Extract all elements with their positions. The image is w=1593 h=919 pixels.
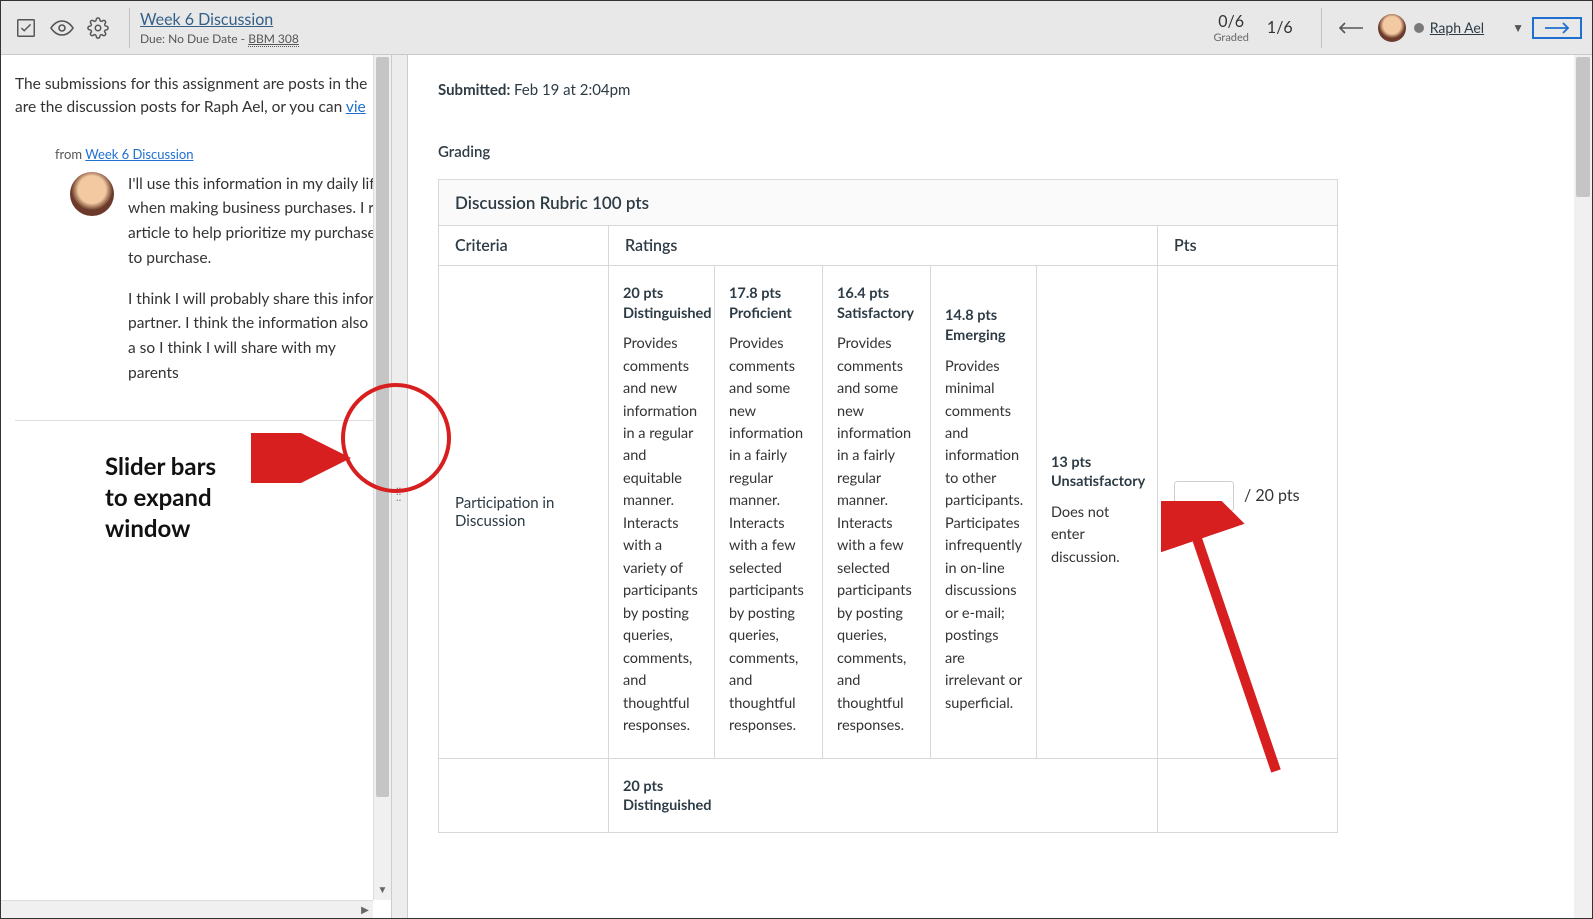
rating-title: 20 pts Distinguished — [623, 284, 700, 323]
top-right-cluster: 0/6 Graded 1/6 Raph Ael ▼ — [1213, 8, 1582, 48]
annotation-line2: to expand — [105, 482, 377, 513]
rating-option[interactable]: 20 pts Distinguished Provides comments a… — [609, 266, 715, 758]
points-max-label: / 20 pts — [1244, 486, 1300, 505]
scrollbar-thumb[interactable] — [1576, 57, 1590, 197]
rating-title: 14.8 pts Emerging — [945, 306, 1022, 345]
top-bar: Week 6 Discussion Due: No Due Date - BBM… — [1, 1, 1592, 55]
left-horizontal-scrollbar[interactable]: ▶ — [1, 900, 373, 918]
rating-desc: Does not enter discussion. — [1051, 502, 1131, 569]
student-name-link[interactable]: Raph Ael — [1430, 19, 1484, 36]
rating-title: 20 pts Distinguished — [623, 777, 701, 816]
pane-splitter[interactable]: ······ — [391, 55, 408, 918]
criterion-cell — [439, 758, 609, 832]
rubric-row: Participation in Discussion 20 pts Disti… — [439, 266, 1338, 759]
rubric-row: 20 pts Distinguished — [439, 758, 1338, 832]
comment-icon[interactable] — [1174, 523, 1321, 543]
rating-title: 16.4 pts Satisfactory — [837, 284, 916, 323]
post-divider — [15, 420, 377, 421]
left-vertical-scrollbar[interactable]: ▲ ▼ — [373, 55, 391, 900]
rating-option[interactable]: 16.4 pts Satisfactory Provides comments … — [823, 266, 931, 758]
due-date: No Due Date — [168, 31, 237, 46]
points-cell — [1158, 758, 1338, 832]
ratings-cell: 20 pts Distinguished — [609, 758, 1158, 832]
main-area: The submissions for this assignment are … — [1, 55, 1592, 918]
student-avatar[interactable] — [1378, 14, 1406, 42]
prev-student-button[interactable] — [1332, 17, 1370, 39]
rubric-table: Discussion Rubric 100 pts Criteria Ratin… — [438, 179, 1338, 833]
annotation-text: Slider bars to expand window — [105, 451, 377, 545]
grading-pane: Submitted: Feb 19 at 2:04pm Grading Disc… — [408, 55, 1592, 918]
annotation-line3: window — [105, 513, 377, 544]
rating-option[interactable]: 13 pts Unsatisfactory Does not enter dis… — [1037, 266, 1145, 758]
post-paragraph-2: I think I will probably share this infor… — [128, 287, 377, 386]
rating-desc: Provides comments and some new informati… — [729, 333, 808, 737]
submission-pane: The submissions for this assignment are … — [1, 55, 391, 918]
view-full-link[interactable]: vie — [346, 98, 366, 116]
post-paragraph-1: I'll use this information in my daily li… — [128, 172, 377, 271]
rating-desc: Provides comments and new information in… — [623, 333, 700, 737]
rating-option[interactable]: 20 pts Distinguished — [609, 759, 715, 832]
criterion-cell: Participation in Discussion — [439, 266, 609, 759]
student-dropdown-caret-icon[interactable]: ▼ — [1512, 20, 1524, 35]
rating-title: 13 pts Unsatisfactory — [1051, 453, 1131, 492]
grading-heading: Grading — [438, 143, 1562, 161]
divider — [129, 8, 130, 48]
rating-option[interactable]: 17.8 pts Proficient Provides comments an… — [715, 266, 823, 758]
submitted-line: Submitted: Feb 19 at 2:04pm — [438, 81, 1562, 99]
course-link[interactable]: BBM 308 — [248, 31, 299, 47]
graded-label: Graded — [1213, 31, 1248, 44]
due-prefix: Due: — [140, 31, 168, 46]
intro-text: The submissions for this assignment are … — [15, 73, 377, 120]
submitted-label: Submitted: — [438, 81, 514, 99]
col-header-criteria: Criteria — [439, 226, 609, 266]
graded-count: 0/6 — [1213, 12, 1248, 31]
rating-desc: Provides minimal comments and informatio… — [945, 356, 1022, 716]
scroll-down-icon[interactable]: ▼ — [374, 884, 391, 900]
intro-line2: are the discussion posts for Raph Ael, o… — [15, 98, 346, 116]
discussion-post: I'll use this information in my daily li… — [70, 172, 377, 402]
splitter-grip-icon: ······ — [396, 485, 401, 503]
rating-desc: Provides comments and some new informati… — [837, 333, 916, 737]
divider — [1321, 8, 1322, 48]
due-sep: - — [238, 31, 249, 46]
next-student-button[interactable] — [1532, 17, 1582, 39]
from-line: from Week 6 Discussion — [55, 146, 377, 162]
points-cell: / 20 pts — [1158, 266, 1338, 759]
ratings-cell: 20 pts Distinguished Provides comments a… — [609, 266, 1158, 759]
visibility-icon[interactable] — [47, 13, 77, 43]
intro-line1: The submissions for this assignment are … — [15, 75, 367, 93]
settings-gear-icon[interactable] — [83, 13, 113, 43]
pager-count: 1/6 — [1267, 18, 1293, 37]
rating-title: 17.8 pts Proficient — [729, 284, 808, 323]
graded-stat: 0/6 Graded — [1213, 12, 1248, 44]
post-body: I'll use this information in my daily li… — [128, 172, 377, 402]
rating-option[interactable]: 14.8 pts Emerging Provides minimal comme… — [931, 266, 1037, 758]
from-label: from — [55, 146, 85, 162]
rubric-title: Discussion Rubric 100 pts — [439, 180, 1338, 226]
points-input[interactable] — [1174, 481, 1234, 511]
right-vertical-scrollbar[interactable] — [1574, 55, 1592, 918]
discussion-source-link[interactable]: Week 6 Discussion — [85, 146, 193, 162]
col-header-pts: Pts — [1158, 226, 1338, 266]
assignment-title-link[interactable]: Week 6 Discussion — [140, 10, 299, 29]
annotation-line1: Slider bars — [105, 451, 377, 482]
scroll-right-icon[interactable]: ▶ — [357, 901, 373, 918]
scrollbar-thumb[interactable] — [376, 57, 389, 797]
submitted-value: Feb 19 at 2:04pm — [514, 81, 630, 99]
assignment-subtitle: Due: No Due Date - BBM 308 — [140, 31, 299, 46]
col-header-ratings: Ratings — [609, 226, 1158, 266]
assignment-block: Week 6 Discussion Due: No Due Date - BBM… — [140, 10, 299, 46]
status-dot-icon — [1414, 23, 1424, 33]
gradebook-icon[interactable] — [11, 13, 41, 43]
post-avatar — [70, 172, 114, 216]
